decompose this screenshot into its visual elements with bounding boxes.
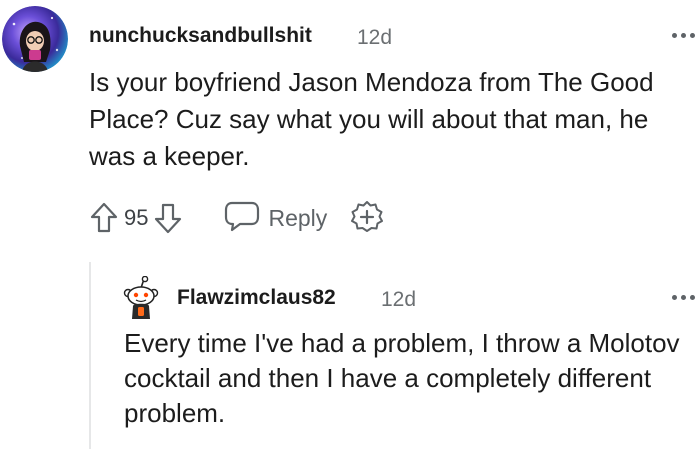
vote-score: 95 [124, 205, 149, 230]
comment-age: 12d [357, 26, 393, 49]
reply-label: Reply [268, 204, 328, 231]
reply-button[interactable]: Reply [224, 200, 327, 237]
comment-username[interactable]: nunchucksandbullshit [89, 24, 312, 48]
reply-body: Every time I've had a problem, I throw a… [124, 328, 680, 428]
snoo-avatar[interactable] [120, 276, 162, 320]
reply-age: 12d [381, 288, 417, 311]
comment-body: Is your boyfriend Jason Mendoza from The… [89, 67, 654, 171]
more-options-icon[interactable] [668, 24, 698, 46]
downvote-arrow-icon[interactable] [150, 198, 186, 238]
reply-username[interactable]: Flawzimclaus82 [177, 286, 336, 310]
speech-bubble-icon [224, 200, 260, 237]
upvote-arrow-icon[interactable] [86, 198, 122, 238]
user-avatar[interactable] [2, 6, 68, 72]
comment-actions: 95 Reply [86, 196, 385, 240]
thread-line[interactable] [89, 262, 91, 449]
more-options-icon[interactable] [668, 286, 698, 308]
award-plus-icon[interactable] [349, 200, 385, 236]
